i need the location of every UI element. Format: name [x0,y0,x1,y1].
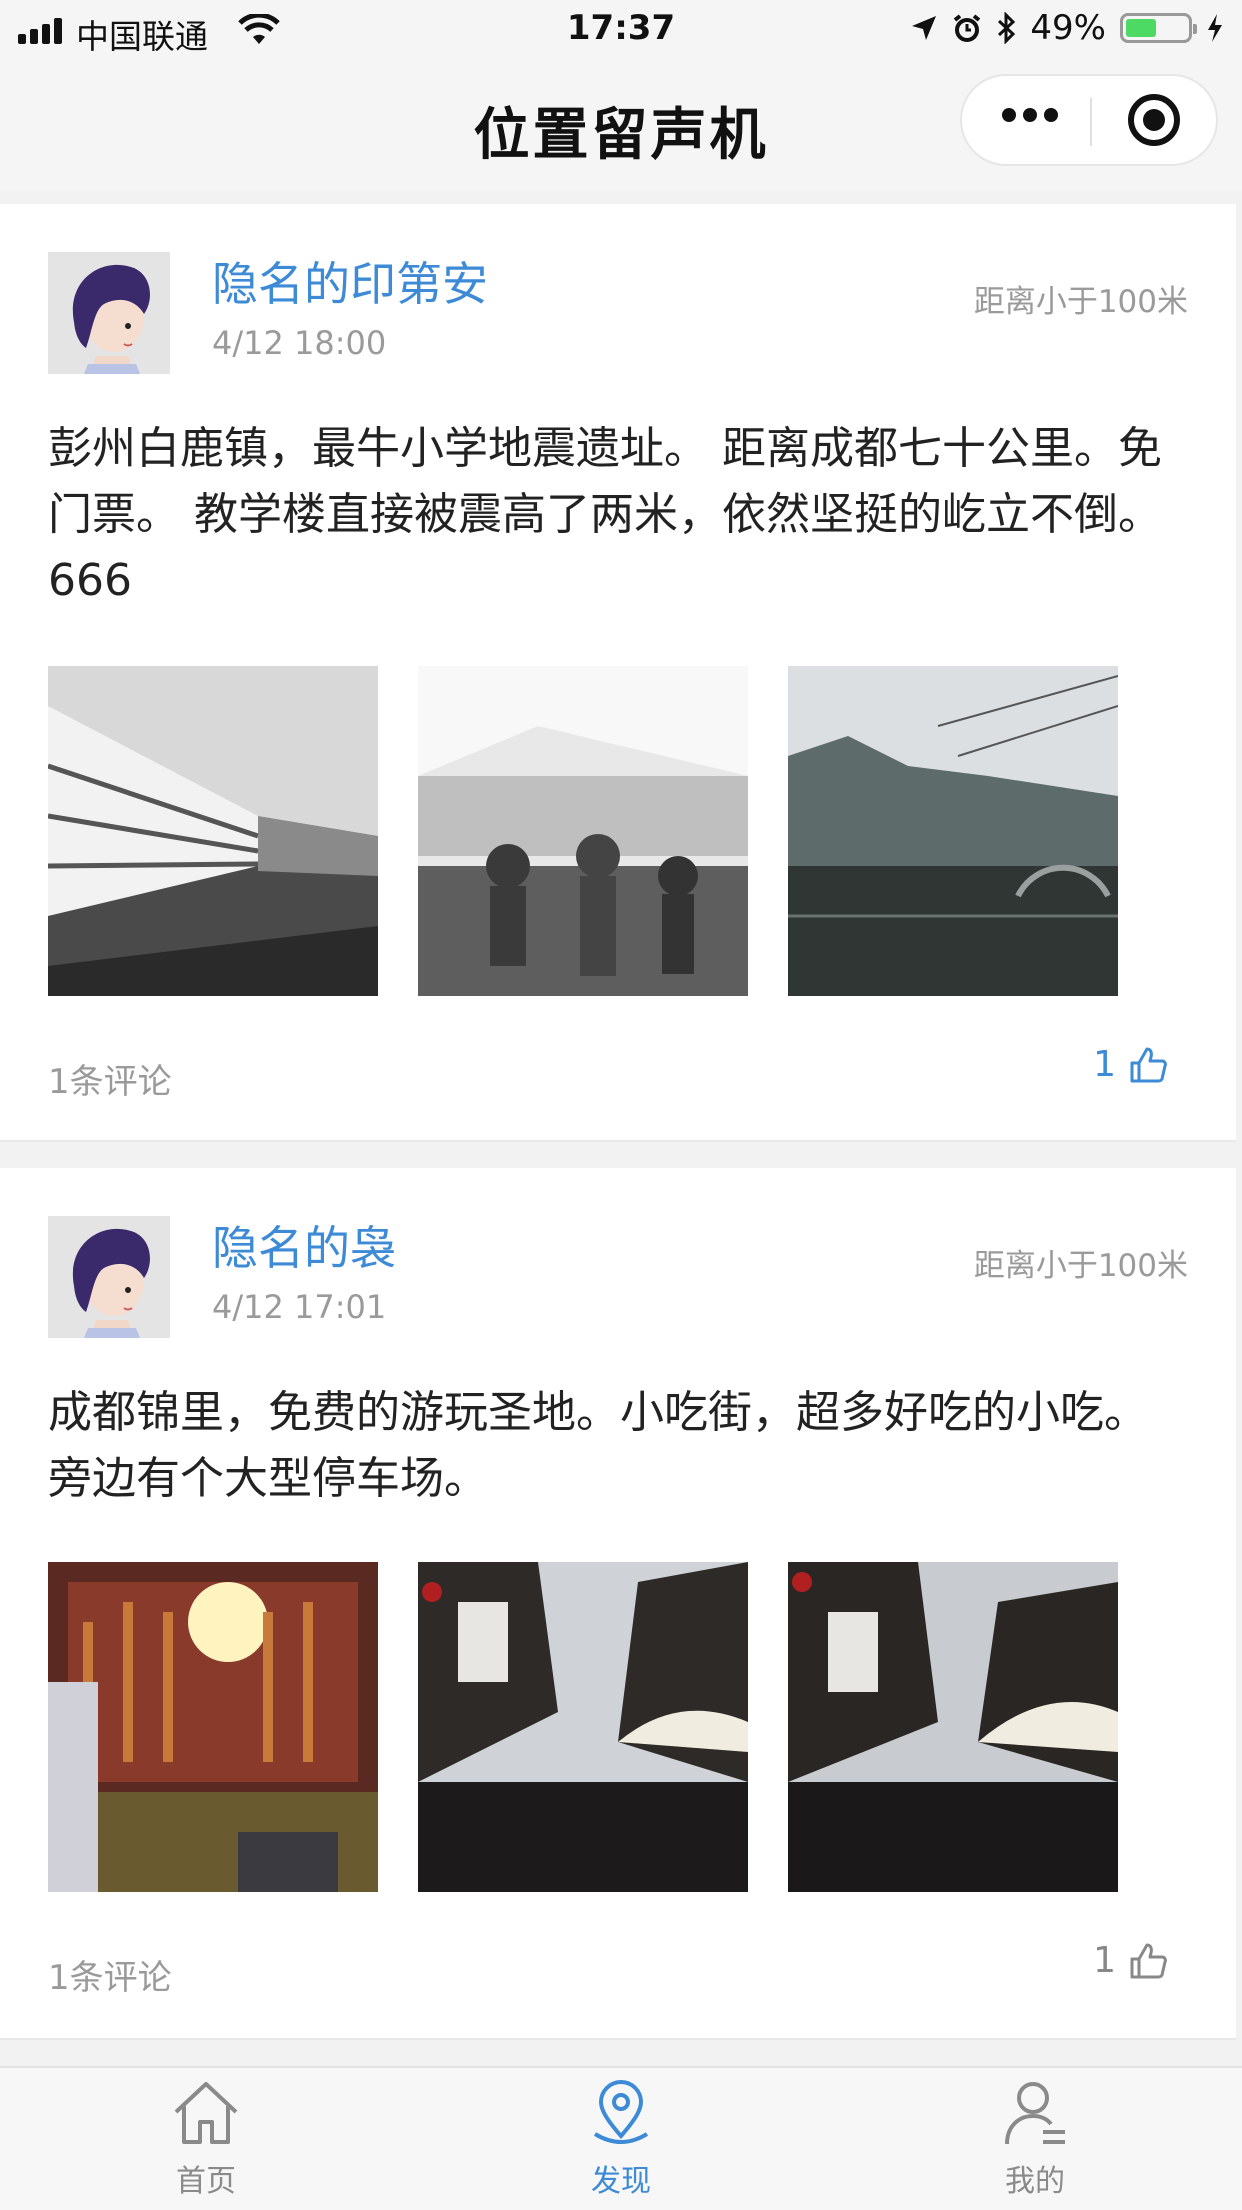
post-photo[interactable] [788,1562,1118,1892]
navigation-bar: 位置留声机 [0,60,1242,190]
battery-percent: 49% [1030,8,1106,48]
username[interactable]: 隐名的袅 [212,1212,396,1278]
comment-count[interactable]: 1条评论 [48,1054,172,1103]
more-icon[interactable] [1002,108,1058,122]
post-card[interactable]: 隐名的袅 4/12 17:01 距离小于100米 成都锦里，免费的游玩圣地。小吃… [0,1168,1236,2040]
tab-bar: 首页 发现 我的 [0,2066,1242,2210]
tab-label: 发现 [591,2164,651,2199]
tab-mine[interactable]: 我的 [955,2078,1115,2200]
post-photo[interactable] [48,666,378,996]
like-count: 1 [1093,1044,1116,1085]
tab-discover[interactable]: 发现 [541,2078,701,2200]
close-target-icon[interactable] [1128,94,1180,146]
post-photo[interactable] [48,1562,378,1892]
home-icon [174,2082,238,2144]
like-count: 1 [1093,1940,1116,1981]
tab-label: 我的 [1005,2164,1065,2199]
bluetooth-icon [998,12,1016,44]
thumbs-up-icon [1130,1943,1167,1978]
like-button[interactable]: 1 [1093,1044,1168,1085]
mini-program-capsule [960,74,1218,166]
battery-icon [1120,13,1197,43]
photo-grid [48,666,1118,996]
charging-bolt-icon [1208,14,1222,42]
avatar[interactable] [48,252,170,374]
avatar[interactable] [48,1216,170,1338]
post-photo[interactable] [418,666,748,996]
comment-count[interactable]: 1条评论 [48,1950,172,1999]
tab-label: 首页 [176,2164,236,2199]
post-time: 4/12 18:00 [212,324,387,362]
distance-label: 距离小于100米 [973,1248,1188,1284]
thumbs-up-icon [1130,1047,1167,1082]
tab-home[interactable]: 首页 [126,2078,286,2200]
post-content[interactable]: 成都锦里，免费的游玩圣地。小吃街，超多好吃的小吃。旁边有个大型停车场。 [48,1380,1168,1512]
post-photo[interactable] [788,666,1118,996]
username[interactable]: 隐名的印第安 [212,248,488,314]
post-photo[interactable] [418,1562,748,1892]
user-icon [1005,2082,1065,2145]
post-time: 4/12 17:01 [212,1288,387,1326]
capsule-divider [1090,98,1092,146]
like-button[interactable]: 1 [1093,1940,1168,1981]
distance-label: 距离小于100米 [973,284,1188,320]
post-card[interactable]: 隐名的印第安 4/12 18:00 距离小于100米 彭州白鹿镇，最牛小学地震遗… [0,204,1236,1142]
location-arrow-icon [912,16,937,40]
status-bar: 中国联通 17:37 49% [0,0,1242,60]
photo-grid [48,1562,1118,1892]
alarm-icon [954,14,981,42]
location-pin-icon [593,2080,649,2144]
post-content[interactable]: 彭州白鹿镇，最牛小学地震遗址。 距离成都七十公里。免门票。 教学楼直接被震高了两… [48,416,1168,614]
